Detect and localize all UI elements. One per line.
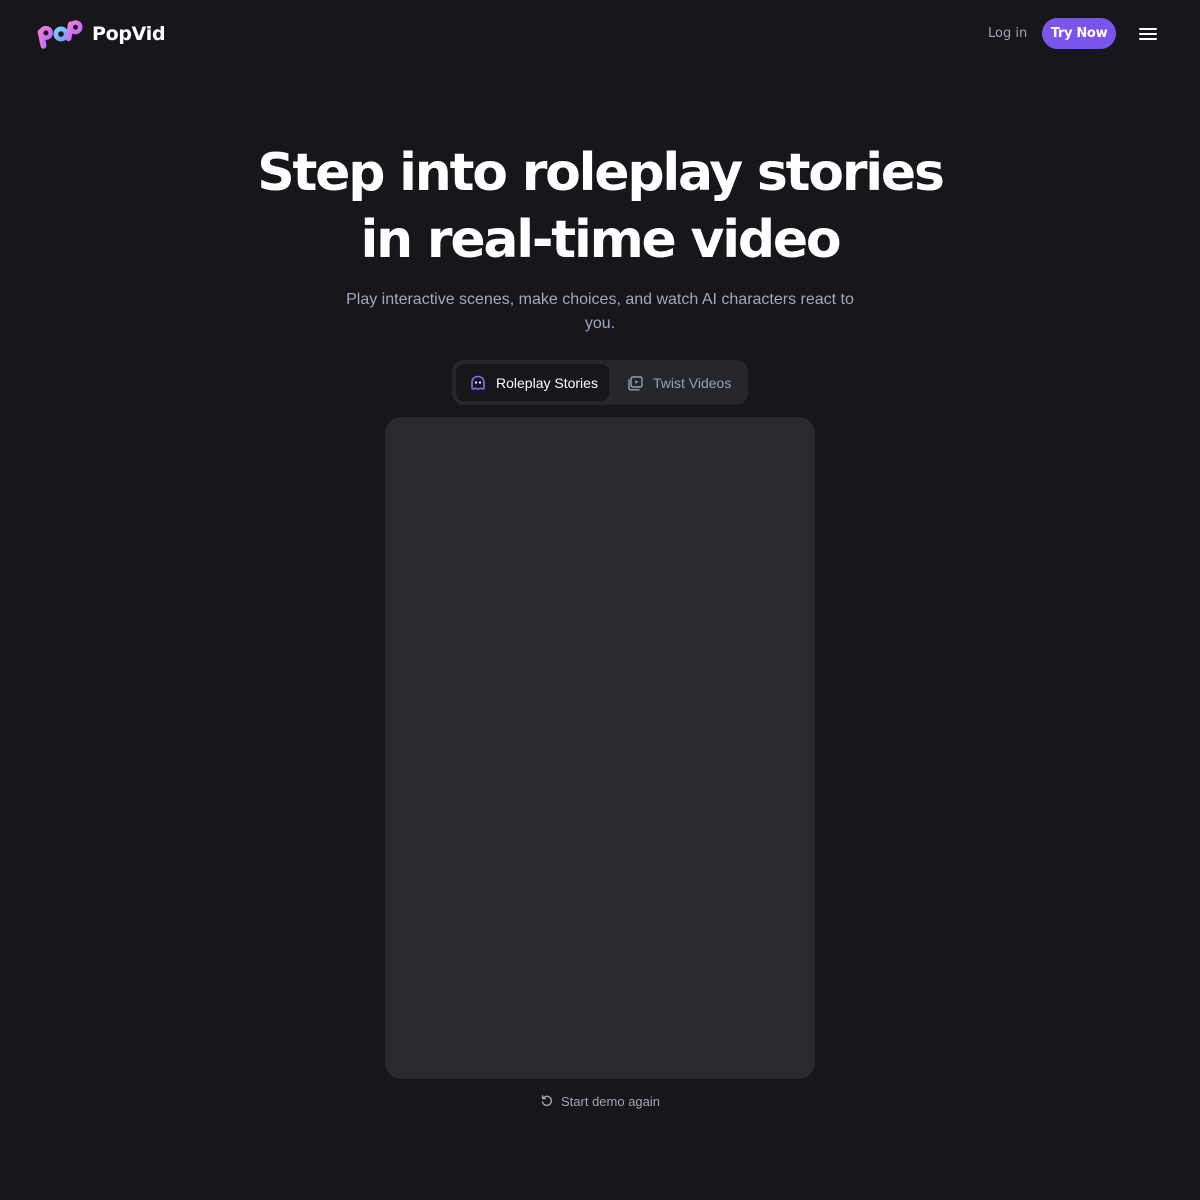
try-now-button[interactable]: Try Now [1042, 18, 1116, 49]
menu-button[interactable] [1136, 22, 1160, 46]
ghost-face-icon [471, 375, 485, 390]
rotate-ccw-icon [541, 1095, 552, 1106]
site-header: PopVid Log in Try Now [0, 0, 1200, 68]
hero-title: Step into roleplay stories in real-time … [0, 140, 1200, 274]
tab-twist-videos[interactable]: Twist Videos [622, 364, 744, 401]
tab-label: Roleplay Stories [496, 374, 598, 391]
mode-tabs: Roleplay Stories Twist Videos [452, 360, 748, 405]
hero-subtitle: Play interactive scenes, make choices, a… [346, 291, 854, 332]
restart-demo-button[interactable]: Start demo again [540, 1091, 660, 1111]
video-stack-icon [628, 375, 643, 390]
tab-label: Twist Videos [653, 374, 732, 391]
hero-title-line-1: Step into roleplay stories [257, 143, 945, 203]
restart-demo-label: Start demo again [561, 1093, 661, 1109]
page: PopVid Log in Try Now Step into roleplay… [0, 0, 1200, 1200]
demo-video-player[interactable] [385, 417, 815, 1079]
login-link[interactable]: Log in [988, 24, 1027, 44]
brand-link[interactable]: PopVid [36, 14, 166, 54]
hamburger-menu-icon [1139, 28, 1157, 40]
hero-title-line-2: in real-time video [360, 210, 842, 270]
pop-logo-icon [37, 20, 83, 49]
tab-roleplay-stories[interactable]: Roleplay Stories [456, 364, 609, 401]
brand-name: PopVid [92, 23, 166, 45]
